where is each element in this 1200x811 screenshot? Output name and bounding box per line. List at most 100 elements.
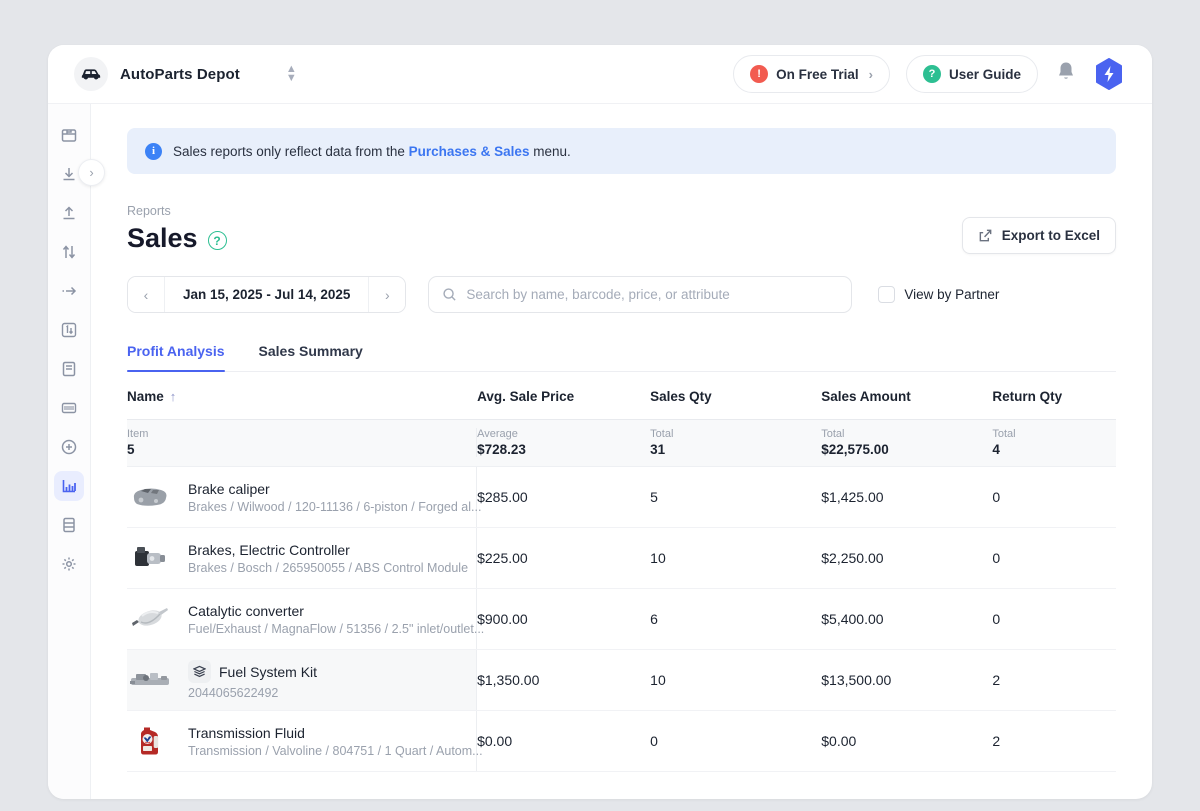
sidebar-item-documents[interactable] [54,354,84,384]
search-input[interactable] [466,287,838,302]
free-trial-button[interactable]: ! On Free Trial › [733,55,890,93]
date-prev-button[interactable]: ‹ [128,277,164,312]
return-qty-value: 0 [992,611,1116,627]
tab-profit-analysis[interactable]: Profit Analysis [127,343,225,371]
table-row[interactable]: Catalytic converter Fuel/Exhaust / Magna… [127,589,1116,650]
package-icon [60,126,78,144]
bar-chart-icon [60,477,78,495]
sales-qty-value: 10 [650,550,821,566]
notifications-button[interactable] [1056,61,1076,87]
summary-item-label: Item [127,428,464,440]
sales-qty-value: 0 [650,733,821,749]
avg-sale-price-value: $285.00 [477,489,650,505]
column-header-name[interactable]: Name ↑ [127,389,477,404]
partner-checkbox[interactable] [878,286,895,303]
sales-qty-value: 10 [650,672,821,688]
product-image [127,542,173,574]
sidebar-item-reports[interactable] [54,471,84,501]
top-bar: AutoParts Depot ▲▼ ! On Free Trial › ? U… [48,45,1152,104]
app-window: AutoParts Depot ▲▼ ! On Free Trial › ? U… [48,45,1152,799]
sidebar-item-barcode[interactable] [54,393,84,423]
column-header-sales-qty[interactable]: Sales Qty [650,389,821,404]
document-icon [60,360,78,378]
sidebar-item-add[interactable] [54,432,84,462]
info-banner: i Sales reports only reflect data from t… [127,128,1116,174]
sidebar-item-products[interactable] [54,120,84,150]
table-row[interactable]: Brakes, Electric Controller Brakes / Bos… [127,528,1116,589]
product-image [127,664,173,696]
product-attributes: Brakes / Wilwood / 120-11136 / 6-piston … [188,500,464,514]
trial-label: On Free Trial [776,67,859,82]
product-name: Fuel System Kit [219,664,317,680]
user-guide-button[interactable]: ? User Guide [906,55,1038,93]
info-icon: i [145,143,162,160]
search-icon [442,287,457,302]
app-hexagon-logo-icon[interactable] [1092,57,1126,91]
return-qty-value: 2 [992,672,1116,688]
table-row[interactable]: Fuel System Kit 2044065622492 $1,350.00 … [127,650,1116,711]
sales-qty-value: 6 [650,611,821,627]
product-attributes: Brakes / Bosch / 265950055 / ABS Control… [188,561,464,575]
banner-text: Sales reports only reflect data from the… [173,144,571,159]
date-range-value[interactable]: Jan 15, 2025 - Jul 14, 2025 [164,277,369,312]
column-header-return-qty[interactable]: Return Qty [992,389,1116,404]
company-avatar [74,57,108,91]
bell-icon [1056,61,1076,82]
tab-sales-summary[interactable]: Sales Summary [259,343,363,371]
breadcrumb: Reports [127,204,227,218]
summary-average-value: $728.23 [477,442,650,457]
search-bar [428,276,852,313]
summary-return-label: Total [992,428,1116,440]
upload-icon [60,204,78,222]
product-image [127,481,173,513]
download-icon [60,165,78,183]
product-name: Catalytic converter [188,603,464,619]
sidebar-item-ship[interactable] [54,198,84,228]
export-icon [978,228,993,243]
summary-item-count: 5 [127,442,464,457]
sales-amount-value: $13,500.00 [821,672,992,688]
gear-icon [60,555,78,573]
company-switcher[interactable]: AutoParts Depot ▲▼ [74,57,297,91]
view-by-partner-toggle[interactable]: View by Partner [878,286,999,303]
table-row[interactable]: Brake caliper Brakes / Wilwood / 120-111… [127,467,1116,528]
summary-qty-value: 31 [650,442,821,457]
partner-checkbox-label: View by Partner [904,287,999,302]
summary-average-label: Average [477,428,650,440]
product-attributes: Transmission / Valvoline / 804751 / 1 Qu… [188,744,464,758]
table-row[interactable]: Transmission Fluid Transmission / Valvol… [127,711,1116,772]
summary-amount-label: Total [821,428,992,440]
product-barcode: 2044065622492 [188,686,317,700]
export-to-excel-button[interactable]: Export to Excel [962,217,1116,254]
return-qty-value: 0 [992,489,1116,505]
database-icon [60,516,78,534]
purchases-sales-link[interactable]: Purchases & Sales [409,144,530,159]
date-next-button[interactable]: › [369,277,405,312]
avg-sale-price-value: $225.00 [477,550,650,566]
help-icon[interactable]: ? [208,231,227,250]
sidebar-item-moves[interactable] [54,276,84,306]
summary-row: Item5 Average$728.23 Total31 Total$22,57… [127,420,1116,467]
sidebar [48,104,91,799]
column-header-sales-amount[interactable]: Sales Amount [821,389,992,404]
sales-amount-value: $1,425.00 [821,489,992,505]
layers-icon [193,665,206,678]
summary-return-value: 4 [992,442,1116,457]
car-icon [81,67,101,81]
sidebar-item-settings[interactable] [54,549,84,579]
page-title: Sales ? [127,223,227,254]
sidebar-item-transfer[interactable] [54,237,84,267]
table-header: Name ↑ Avg. Sale Price Sales Qty Sales A… [127,372,1116,420]
column-header-avg-sale-price[interactable]: Avg. Sale Price [477,389,650,404]
date-range-picker: ‹ Jan 15, 2025 - Jul 14, 2025 › [127,276,406,313]
sidebar-expand-button[interactable]: › [78,159,105,186]
sidebar-item-price-adjust[interactable] [54,315,84,345]
barcode-icon [60,399,78,417]
sales-qty-value: 5 [650,489,821,505]
kit-bundle-chip [188,660,211,683]
sidebar-item-database[interactable] [54,510,84,540]
avg-sale-price-value: $0.00 [477,733,650,749]
sales-amount-value: $5,400.00 [821,611,992,627]
arrow-right-dashed-icon [60,282,78,300]
summary-amount-value: $22,575.00 [821,442,992,457]
